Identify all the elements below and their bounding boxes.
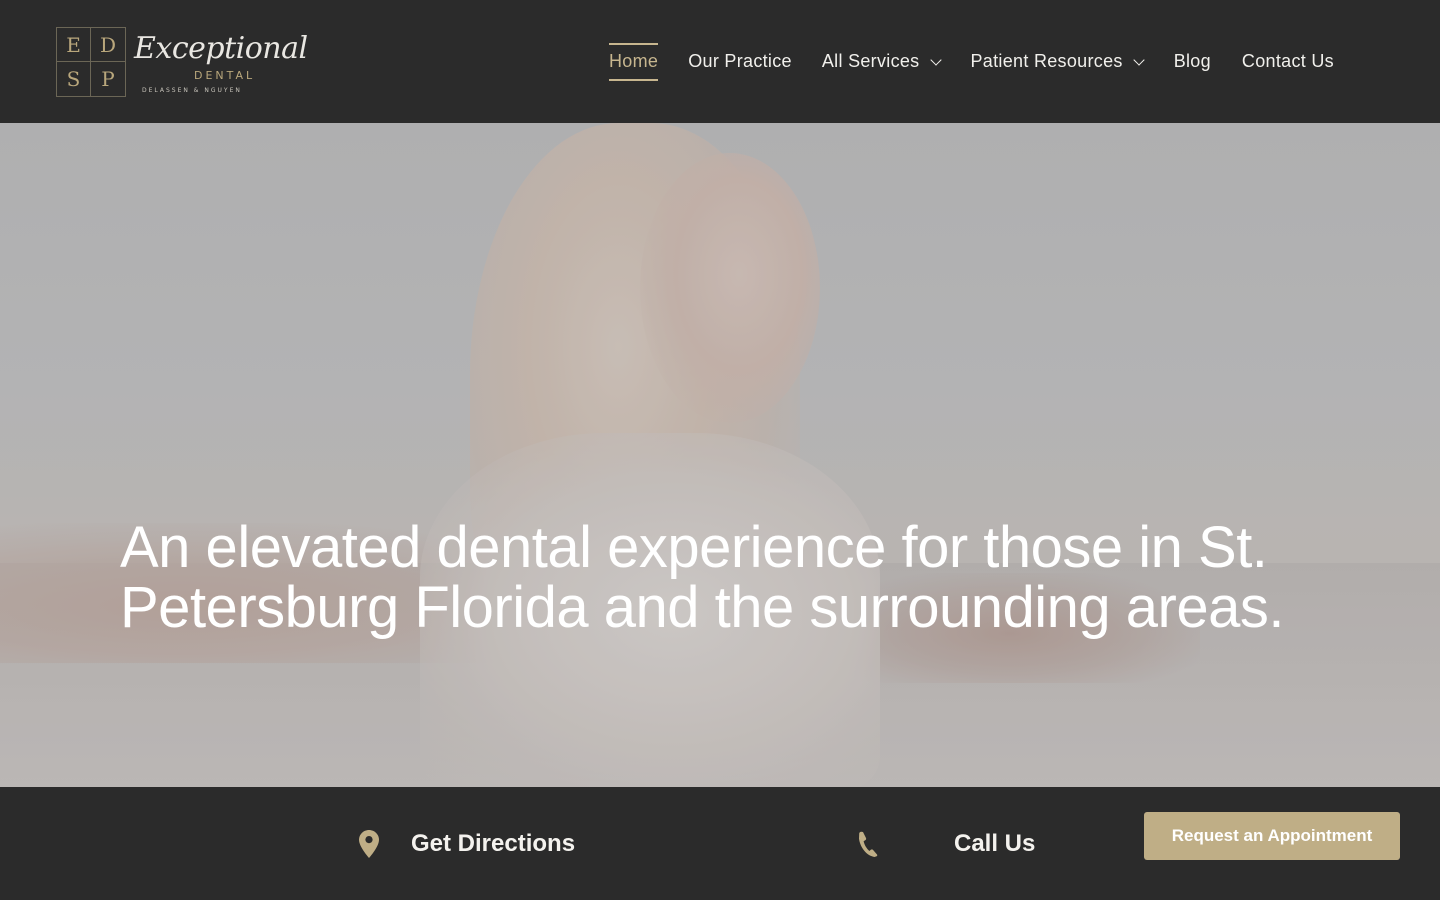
chevron-down-icon	[1133, 53, 1145, 66]
phone-icon	[859, 831, 878, 857]
get-directions-label: Get Directions	[411, 829, 576, 857]
nav-item-label: Blog	[1173, 51, 1211, 71]
main-nav: Home Our Practice All Services Patient R…	[600, 0, 1334, 123]
nav-item-all-services[interactable]: All Services	[821, 43, 942, 81]
action-bar: Get Directions Call Us Request an Appoin…	[0, 787, 1440, 900]
nav-item-label: Patient Resources	[970, 51, 1123, 71]
nav-item-contact-us[interactable]: Contact Us	[1242, 43, 1334, 81]
nav-item-our-practice[interactable]: Our Practice	[688, 43, 792, 81]
monogram-letter: S	[57, 62, 91, 96]
hero-heading: An elevated dental experience for those …	[120, 515, 1284, 640]
hero-overlay	[0, 123, 1440, 787]
get-directions-link[interactable]: Get Directions	[359, 787, 575, 900]
map-pin-icon	[359, 829, 379, 858]
nav-item-patient-resources[interactable]: Patient Resources	[970, 43, 1145, 81]
monogram-letter: D	[91, 28, 125, 62]
call-us-label: Call Us	[954, 829, 1036, 857]
nav-item-blog[interactable]: Blog	[1174, 43, 1211, 81]
site-header: E D S P Exceptional DENTAL DELASSEN & NG…	[0, 0, 1440, 123]
logo-sub-name: DENTAL	[194, 69, 256, 82]
logo-doctors: DELASSEN & NGUYEN	[142, 87, 242, 94]
nav-item-home[interactable]: Home	[609, 42, 659, 81]
logo[interactable]: E D S P Exceptional DENTAL DELASSEN & NG…	[56, 27, 308, 99]
monogram-letter: P	[101, 67, 115, 91]
nav-item-label: Home	[609, 51, 659, 71]
nav-item-label: Our Practice	[688, 51, 792, 71]
chevron-down-icon	[929, 53, 942, 66]
logo-script-name: Exceptional	[134, 31, 308, 66]
call-us-link[interactable]: Call Us	[858, 787, 1035, 900]
monogram-letter: E	[57, 28, 91, 62]
nav-item-label: All Services	[821, 51, 920, 71]
request-appointment-button[interactable]: Request an Appointment	[1144, 812, 1400, 860]
nav-item-label: Contact Us	[1241, 51, 1334, 71]
logo-monogram: E D S P	[56, 27, 126, 97]
hero-section: An elevated dental experience for those …	[0, 123, 1440, 787]
